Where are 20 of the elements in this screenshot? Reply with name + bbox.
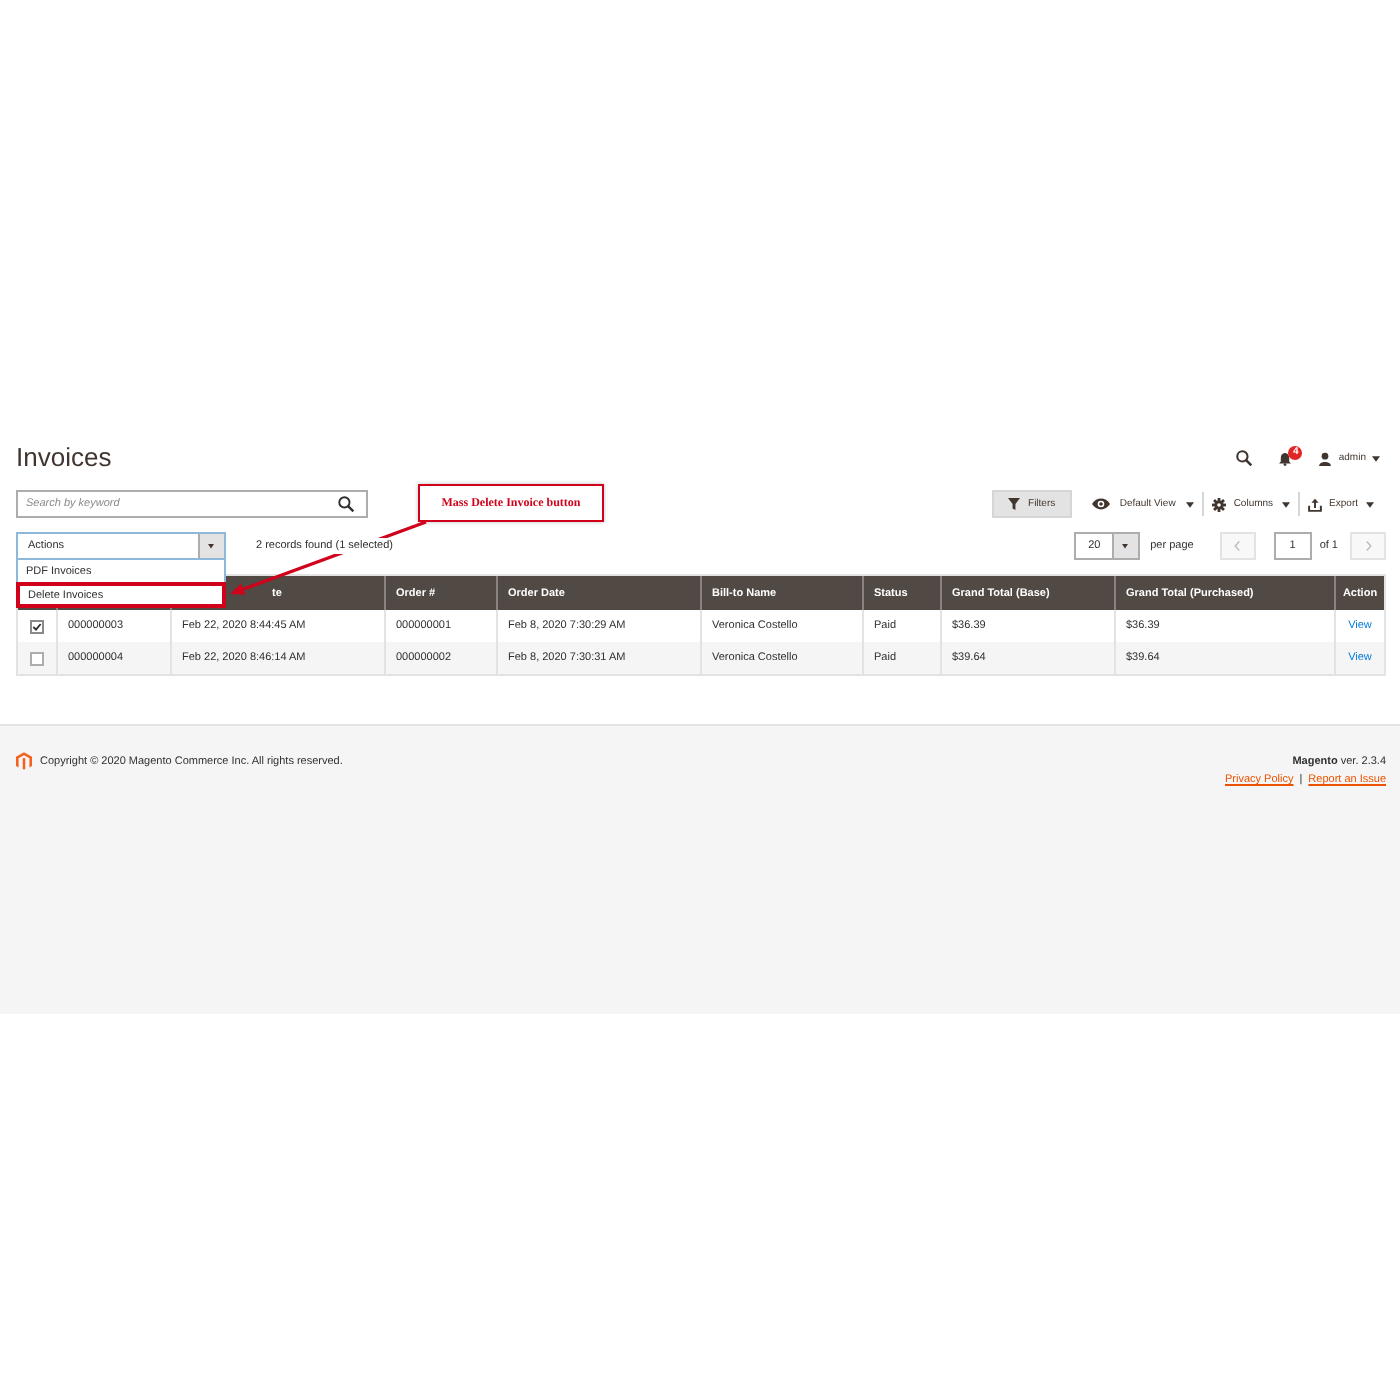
caret-icon xyxy=(1372,455,1380,461)
bell-icon[interactable] xyxy=(1278,451,1293,465)
page-title: Invoices xyxy=(16,442,112,474)
checkbox[interactable] xyxy=(30,619,44,633)
caret-icon xyxy=(198,534,224,558)
chevron-right-icon xyxy=(1365,540,1371,552)
filter-icon xyxy=(1008,498,1021,510)
caret-icon xyxy=(1112,534,1139,558)
checkbox[interactable] xyxy=(30,651,44,665)
chevron-left-icon xyxy=(1234,540,1241,552)
caret-icon xyxy=(1281,501,1290,507)
caret-icon xyxy=(1185,501,1194,507)
eye-icon xyxy=(1091,498,1110,510)
logo-icon xyxy=(16,752,32,770)
caret-icon xyxy=(1366,501,1374,507)
check-icon xyxy=(32,621,42,631)
user-icon xyxy=(1318,451,1333,465)
upload-icon xyxy=(1307,497,1322,511)
gear-icon xyxy=(1211,497,1226,511)
search-icon[interactable] xyxy=(1236,450,1253,466)
